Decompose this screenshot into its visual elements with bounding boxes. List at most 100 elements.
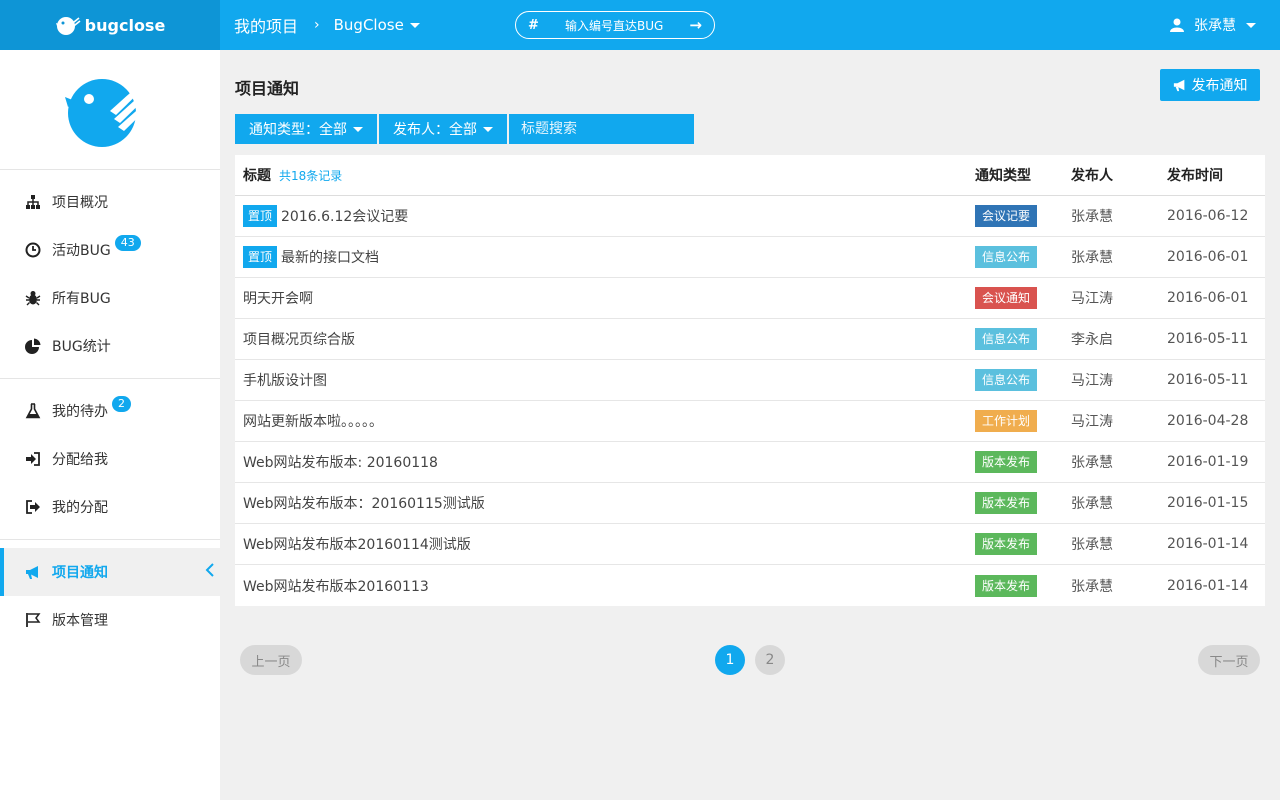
next-page-button[interactable]: 下一页: [1198, 645, 1260, 675]
publisher-cell: 张承慧: [1071, 578, 1113, 595]
table-row[interactable]: Web网站发布版本：20160115测试版 版本发布 张承慧 2016-01-15: [235, 483, 1265, 524]
notice-title-link[interactable]: Web网站发布版本：20160115测试版: [243, 493, 485, 513]
notice-title-link[interactable]: 项目概况页综合版: [243, 329, 355, 349]
arrow-right-icon[interactable]: →: [689, 16, 702, 34]
type-cell: 版本发布: [975, 574, 1071, 597]
table-row[interactable]: 明天开会啊 会议通知 马江涛 2016-06-01: [235, 278, 1265, 319]
breadcrumb-root[interactable]: 我的项目: [234, 13, 298, 37]
sidebar-item-my-assignments[interactable]: 我的分配: [0, 483, 220, 531]
title-cell[interactable]: 置顶 最新的接口文档: [235, 246, 975, 268]
notice-title-link[interactable]: 最新的接口文档: [281, 247, 379, 267]
chevron-left-icon: [204, 562, 216, 582]
notice-type-tag: 会议记要: [975, 205, 1037, 227]
notice-table: 标题 共18条记录 通知类型 发布人 发布时间 置顶 2016.6.12会议记要会…: [235, 155, 1265, 606]
sidebar-item-label: 分配给我: [52, 452, 108, 468]
publisher-filter-dropdown[interactable]: 发布人：全部: [379, 114, 507, 144]
sidebar-item-label: 我的待办: [52, 404, 108, 420]
count-badge: 43: [114, 235, 141, 251]
table-row[interactable]: 项目概况页综合版 信息公布 李永启 2016-05-11: [235, 319, 1265, 360]
notice-title-link[interactable]: Web网站发布版本: 20160118: [243, 452, 438, 472]
table-row[interactable]: Web网站发布版本: 20160118 版本发布 张承慧 2016-01-19: [235, 442, 1265, 483]
table-row[interactable]: 手机版设计图 信息公布 马江涛 2016-05-11: [235, 360, 1265, 401]
table-row[interactable]: 置顶 最新的接口文档 信息公布 张承慧 2016-06-01: [235, 237, 1265, 278]
notice-title-link[interactable]: 明天开会啊: [243, 288, 313, 308]
sidebar-item-my-todo[interactable]: 我的待办 2: [0, 387, 220, 435]
notice-type-tag: 会议通知: [975, 287, 1037, 309]
time-cell: 2016-05-11: [1167, 372, 1249, 388]
sidebar-item-versions[interactable]: 版本管理: [0, 596, 220, 644]
notice-title-link[interactable]: 网站更新版本啦。。。。。: [243, 411, 383, 431]
table-header: 标题 共18条记录 通知类型 发布人 发布时间: [235, 155, 1265, 196]
type-cell: 版本发布: [975, 492, 1071, 514]
record-count: 共18条记录: [279, 168, 343, 183]
page-title: 项目通知: [235, 79, 300, 98]
time-cell: 2016-06-01: [1167, 290, 1249, 306]
type-cell: 版本发布: [975, 451, 1071, 473]
type-cell: 版本发布: [975, 533, 1071, 555]
page-button-2[interactable]: 2: [755, 645, 785, 675]
title-cell[interactable]: Web网站发布版本20160114测试版: [235, 534, 975, 554]
title-cell[interactable]: Web网站发布版本: 20160118: [235, 452, 975, 472]
prev-page-button[interactable]: 上一页: [240, 645, 302, 675]
title-cell[interactable]: 手机版设计图: [235, 370, 975, 390]
table-row[interactable]: 网站更新版本啦。。。。。 工作计划 马江涛 2016-04-28: [235, 401, 1265, 442]
sidebar-item-assigned-to-me[interactable]: 分配给我: [0, 435, 220, 483]
notice-title-link[interactable]: Web网站发布版本20160114测试版: [243, 534, 471, 554]
caret-down-icon: [353, 126, 363, 132]
notice-title-link[interactable]: 手机版设计图: [243, 370, 327, 390]
time-cell: 2016-01-14: [1167, 536, 1249, 552]
brand-name: bugclose: [84, 15, 166, 35]
table-row[interactable]: 置顶 2016.6.12会议记要 会议记要 张承慧 2016-06-12: [235, 196, 1265, 237]
brand[interactable]: bugclose: [0, 0, 220, 50]
notice-type-tag: 工作计划: [975, 410, 1037, 432]
title-cell[interactable]: 置顶 2016.6.12会议记要: [235, 205, 975, 227]
pagination: 上一页 1 2 下一页: [235, 645, 1265, 675]
breadcrumb: 我的项目 › BugClose: [234, 13, 420, 37]
bug-id-search[interactable]: # 输入编号直达BUG →: [515, 11, 715, 39]
title-cell[interactable]: 项目概况页综合版: [235, 329, 975, 349]
notice-type-tag: 信息公布: [975, 328, 1037, 350]
sidebar-item-notifications[interactable]: 项目通知: [0, 548, 220, 596]
sidebar-item-bug-stats[interactable]: BUG统计: [0, 322, 220, 370]
type-cell: 信息公布: [975, 246, 1071, 268]
sidebar-item-label: 版本管理: [52, 613, 108, 629]
project-dropdown[interactable]: BugClose: [334, 16, 420, 34]
publish-notice-button[interactable]: 发布通知: [1160, 69, 1260, 101]
title-cell[interactable]: 明天开会啊: [235, 288, 975, 308]
column-header-publisher: 发布人: [1071, 168, 1113, 184]
bird-logo-icon: [55, 17, 81, 35]
project-name: BugClose: [333, 16, 404, 34]
pie-chart-icon: [24, 337, 42, 355]
notice-type-tag: 信息公布: [975, 246, 1037, 268]
breadcrumb-separator: ›: [314, 17, 320, 33]
notice-title-link[interactable]: Web网站发布版本20160113: [243, 576, 429, 596]
sidebar-item-overview[interactable]: 项目概况: [0, 178, 220, 226]
title-search-input[interactable]: [521, 121, 695, 137]
time-cell: 2016-05-11: [1167, 331, 1249, 347]
table-row[interactable]: Web网站发布版本20160114测试版 版本发布 张承慧 2016-01-14: [235, 524, 1265, 565]
bug-search-placeholder[interactable]: 输入编号直达BUG: [539, 17, 690, 34]
title-cell[interactable]: Web网站发布版本20160113: [235, 576, 975, 596]
type-filter-dropdown[interactable]: 通知类型：全部: [235, 114, 377, 144]
notice-type-tag: 版本发布: [975, 451, 1037, 473]
caret-down-icon: [409, 22, 420, 28]
publisher-cell: 张承慧: [1071, 209, 1113, 225]
sidebar-item-all-bugs[interactable]: 所有BUG: [0, 274, 220, 322]
publisher-cell: 张承慧: [1071, 250, 1113, 266]
publisher-cell: 马江涛: [1071, 373, 1113, 389]
title-cell[interactable]: 网站更新版本啦。。。。。: [235, 411, 975, 431]
title-cell[interactable]: Web网站发布版本：20160115测试版: [235, 493, 975, 513]
type-cell: 会议记要: [975, 205, 1071, 227]
flask-icon: [24, 402, 42, 420]
notice-title-link[interactable]: 2016.6.12会议记要: [281, 206, 408, 226]
table-row[interactable]: Web网站发布版本20160113 版本发布 张承慧 2016-01-14: [235, 565, 1265, 606]
clock-icon: [24, 241, 42, 259]
sidebar-item-label: 项目概况: [52, 195, 108, 211]
caret-down-icon: [483, 126, 493, 132]
publisher-cell: 张承慧: [1071, 496, 1113, 512]
page-button-1[interactable]: 1: [715, 645, 745, 675]
user-menu[interactable]: 张承慧: [1170, 0, 1256, 50]
pinned-badge: 置顶: [243, 246, 278, 268]
user-icon: [1170, 18, 1184, 32]
sidebar-item-active-bugs[interactable]: 活动BUG 43: [0, 226, 220, 274]
